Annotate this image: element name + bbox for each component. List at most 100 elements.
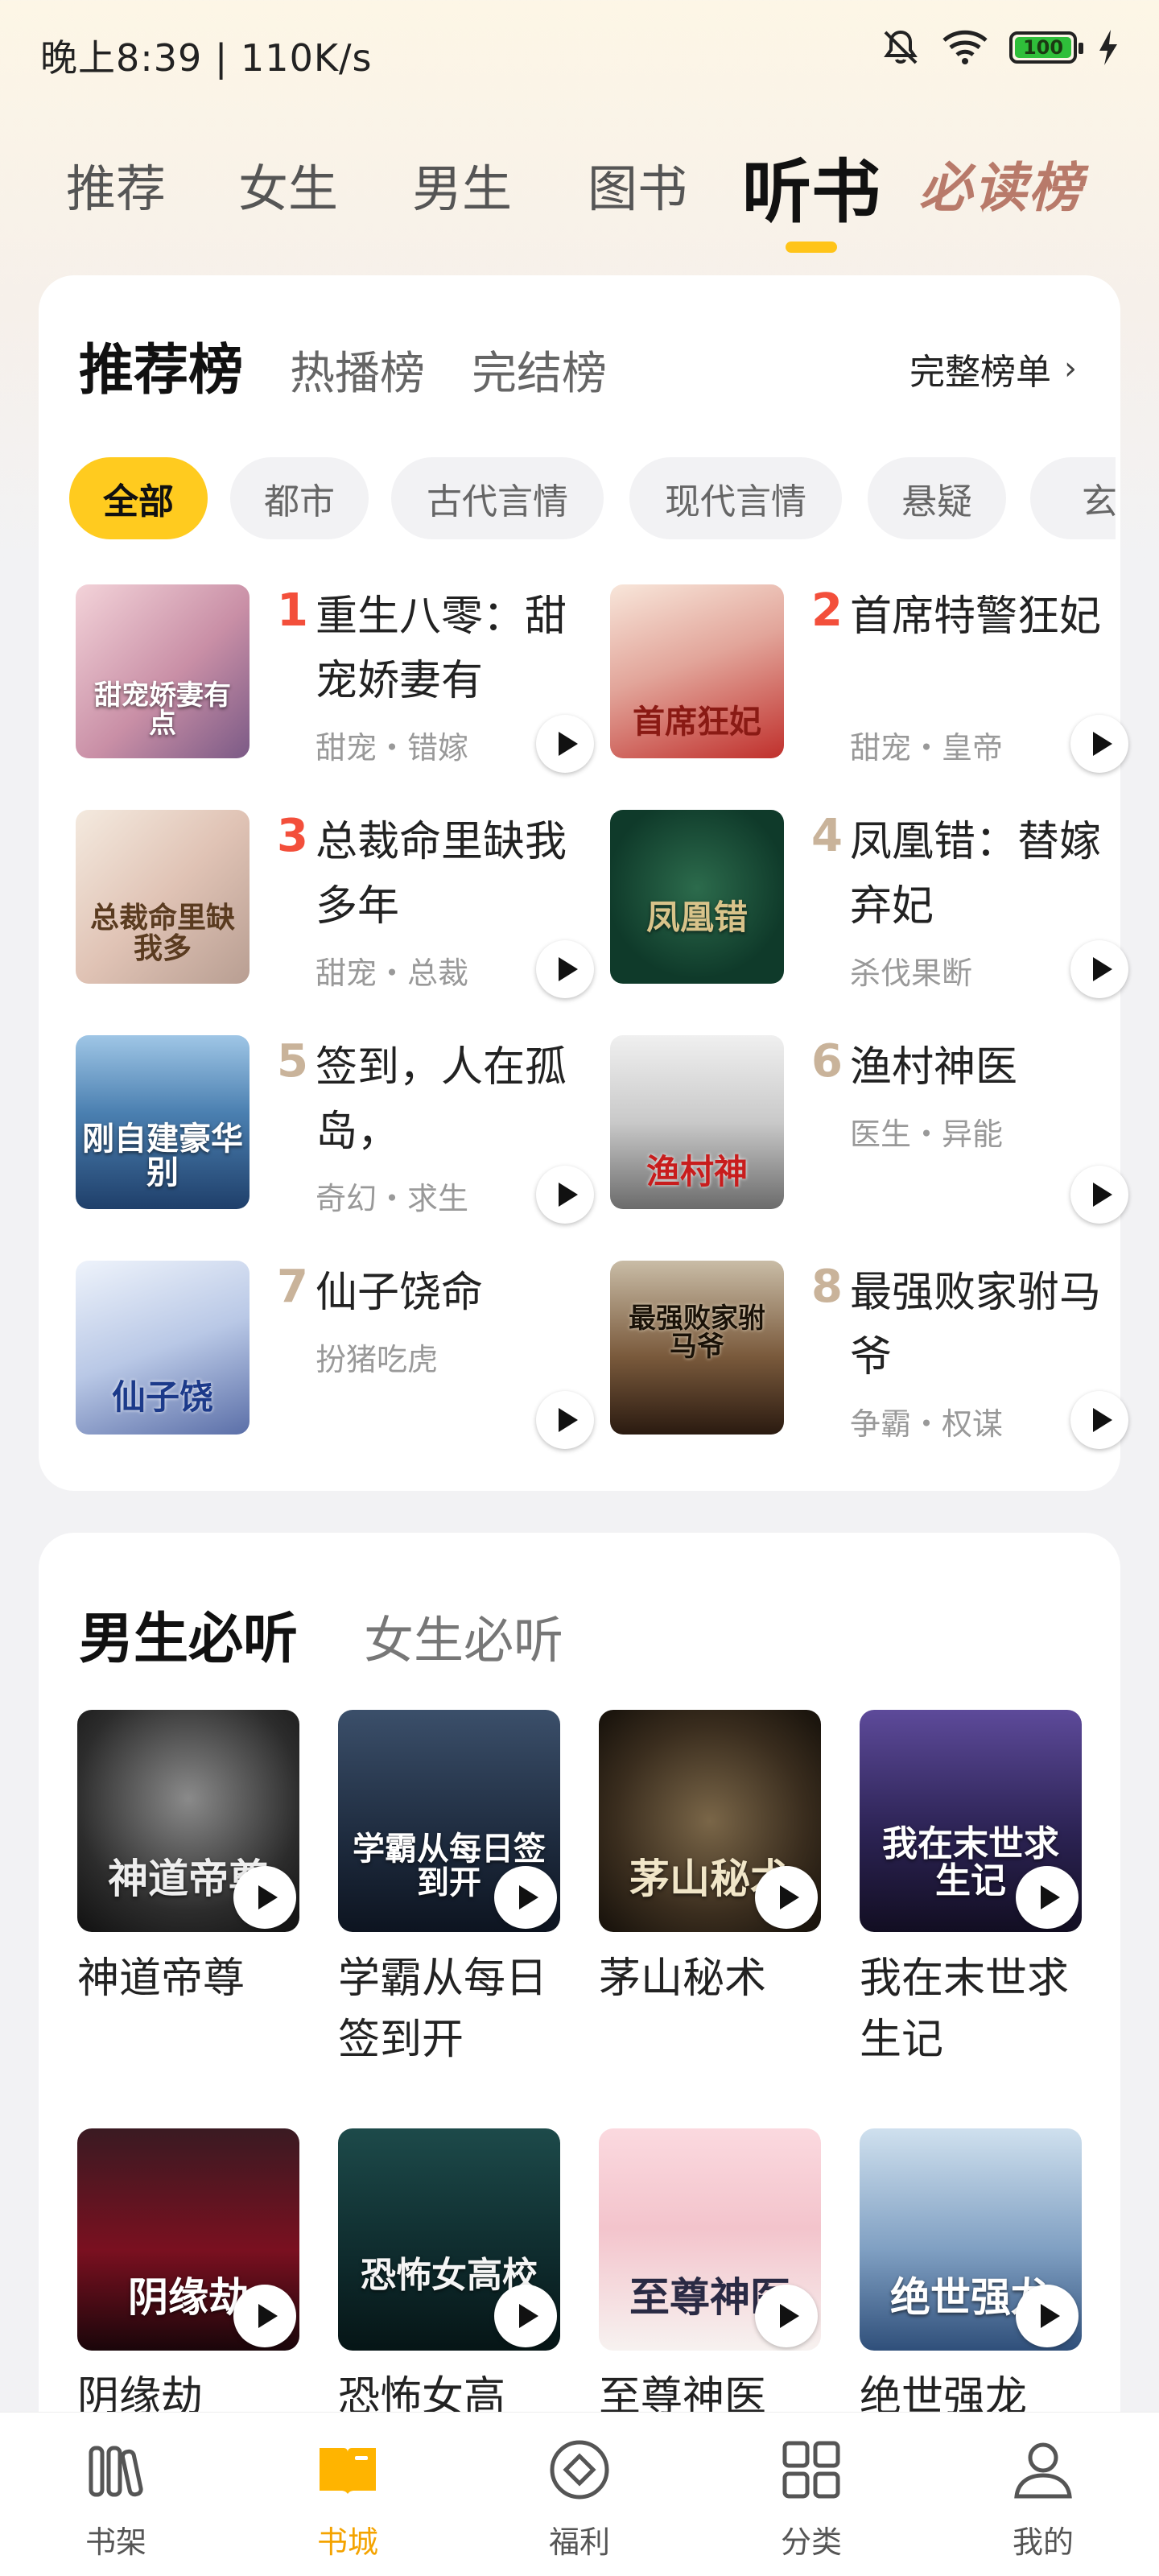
play-icon[interactable] [1070,715,1128,773]
book-title: 茅山秘术 [599,1955,767,2003]
must-listen-tabs: 男生必听 女生必听 [79,1594,563,1674]
status-icons: 100 [881,27,1119,68]
book-title: 渔村神医 [850,1043,1018,1092]
rank-number: 5 [277,1035,308,1088]
bottom-nav: 书架 书城 福利 分类 我的 [0,2412,1159,2576]
book-cover: 茅山秘术 [599,1710,821,1932]
book-tags: 奇幻・求生 [316,1181,469,1216]
book-cover: 首席狂妃 [610,584,784,758]
listen-item-4[interactable]: 我在末世求生记 我在末世求生记 [860,1710,1085,2064]
listen-item-3[interactable]: 茅山秘术 茅山秘术 [599,1710,824,2003]
play-icon[interactable] [1016,2285,1079,2347]
tab-must-read-rank[interactable]: 必读榜 [919,145,1083,222]
chip-urban[interactable]: 都市 [230,457,369,539]
tab-male[interactable]: 男生 [412,148,512,221]
nav-label: 福利 [548,2524,610,2560]
book-cover: 神道帝尊 [77,1710,299,1932]
chip-modern-romance[interactable]: 现代言情 [629,457,842,539]
tab-books[interactable]: 图书 [588,148,687,221]
tab-audiobook[interactable]: 听书 [742,135,881,236]
full-list-link[interactable]: 完整榜单 › [909,343,1077,394]
battery-icon: 100 [1009,31,1083,64]
chip-mystery[interactable]: 悬疑 [868,457,1006,539]
book-title: 最强败家驸马爷 [850,1269,1102,1381]
listen-item-6[interactable]: 恐怖女高校 恐怖女高 [338,2128,563,2421]
chip-ancient-romance[interactable]: 古代言情 [391,457,604,539]
tab-finished-rank[interactable]: 完结榜 [472,337,607,402]
nav-label: 书城 [316,2524,378,2560]
full-list-label: 完整榜单 [909,352,1051,393]
tab-female[interactable]: 女生 [238,148,338,221]
play-icon[interactable] [1070,1166,1128,1224]
rank-book-3[interactable]: 总裁命里缺我多 3 总裁命里缺我多年 甜宠・总裁 [76,810,594,998]
rank-book-1[interactable]: 甜宠娇妻有点 1 重生八零：甜宠娇妻有 甜宠・错嫁 [76,584,594,773]
play-icon[interactable] [233,1866,296,1929]
book-tags: 甜宠・皇帝 [850,730,1004,766]
play-icon[interactable] [1070,940,1128,998]
nav-bookshelf[interactable]: 书架 [0,2413,232,2576]
rank-number: 3 [277,810,308,862]
play-icon[interactable] [233,2285,296,2347]
nav-welfare[interactable]: 福利 [464,2413,695,2576]
play-icon[interactable] [536,1391,594,1449]
chevron-right-icon: › [1064,350,1077,387]
listen-item-7[interactable]: 至尊神医 至尊神医 [599,2128,824,2421]
play-icon[interactable] [1016,1866,1079,1929]
listen-item-2[interactable]: 学霸从每日签到开 学霸从每日签到开 [338,1710,563,2064]
battery-level: 100 [1022,36,1064,59]
nav-label: 书架 [85,2524,146,2560]
rank-book-5[interactable]: 刚自建豪华别 5 签到，人在孤岛， 奇幻・求生 [76,1035,594,1224]
chip-all[interactable]: 全部 [69,457,208,539]
rank-number: 4 [811,810,843,862]
nav-label: 分类 [780,2524,842,2560]
book-title: 签到，人在孤岛， [316,1043,567,1156]
play-icon[interactable] [755,2285,818,2347]
book-cover: 阴缘劫 [77,2128,299,2351]
nav-label: 我的 [1012,2524,1074,2560]
listen-item-8[interactable]: 绝世强龙 绝世强龙 [860,2128,1085,2421]
wifi-icon [942,30,988,64]
play-icon[interactable] [494,1866,557,1929]
rank-book-4[interactable]: 凤凰错 4 凤凰错：替嫁弃妃 杀伐果断 [610,810,1128,998]
book-cover: 甜宠娇妻有点 [76,584,250,758]
bookshelf-icon [89,2446,143,2497]
top-category-tabs: 推荐 女生 男生 图书 听书 必读榜 [0,129,1159,266]
rank-book-2[interactable]: 首席狂妃 2 首席特警狂妃 甜宠・皇帝 [610,584,1128,773]
profile-icon [1014,2442,1072,2499]
book-title: 我在末世求生记 [860,1955,1070,2064]
book-cover: 刚自建豪华别 [76,1035,250,1209]
bookstore-icon [320,2448,376,2494]
chip-fantasy[interactable]: 玄 [1030,457,1116,539]
genre-chips: 全部 都市 古代言情 现代言情 悬疑 玄 [69,457,1116,541]
tab-recommend-rank[interactable]: 推荐榜 [79,325,243,405]
nav-profile[interactable]: 我的 [927,2413,1159,2576]
book-cover: 绝世强龙 [860,2128,1082,2351]
book-title: 神道帝尊 [77,1955,245,2003]
book-title: 凤凰错：替嫁弃妃 [850,818,1102,931]
book-cover: 恐怖女高校 [338,2128,560,2351]
tab-male-must-listen[interactable]: 男生必听 [79,1594,298,1674]
nav-bookstore[interactable]: 书城 [232,2413,464,2576]
listen-item-1[interactable]: 神道帝尊 神道帝尊 [77,1710,303,2003]
category-icon [782,2441,840,2499]
status-bar: 晚上8:39 | 110K/s 100 [0,0,1159,101]
active-tab-indicator [786,242,837,253]
tab-female-must-listen[interactable]: 女生必听 [364,1600,563,1672]
book-tags: 杀伐果断 [850,956,973,991]
play-icon[interactable] [536,715,594,773]
listen-item-5[interactable]: 阴缘劫 阴缘劫 [77,2128,303,2421]
tab-hot-rank[interactable]: 热播榜 [290,337,425,402]
rank-number: 7 [277,1261,308,1313]
rank-number: 6 [811,1035,843,1088]
book-title: 总裁命里缺我多年 [316,818,567,931]
tab-recommend[interactable]: 推荐 [66,148,166,221]
nav-category[interactable]: 分类 [695,2413,927,2576]
rank-book-6[interactable]: 渔村神 6 渔村神医 医生・异能 [610,1035,1128,1224]
play-icon[interactable] [755,1866,818,1929]
play-icon[interactable] [536,940,594,998]
play-icon[interactable] [494,2285,557,2347]
rank-book-8[interactable]: 最强败家驸马爷 8 最强败家驸马爷 争霸・权谋 [610,1261,1128,1449]
rank-book-7[interactable]: 仙子饶 7 仙子饶命 扮猪吃虎 [76,1261,594,1449]
play-icon[interactable] [1070,1391,1128,1449]
play-icon[interactable] [536,1166,594,1224]
